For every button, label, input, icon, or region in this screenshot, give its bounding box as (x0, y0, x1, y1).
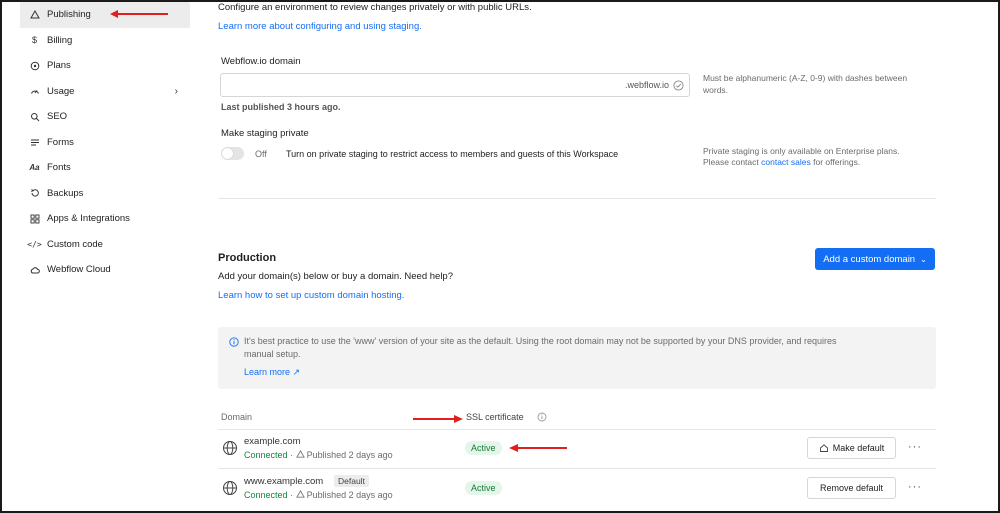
sidebar-item-custom-code[interactable]: </> Custom code (20, 232, 190, 258)
sidebar-item-label: Webflow Cloud (47, 264, 111, 276)
add-custom-domain-button[interactable]: Add a custom domain ⌄ (815, 248, 935, 270)
domain-hint: Must be alphanumeric (A-Z, 0-9) with das… (703, 73, 908, 83)
sidebar-item-billing[interactable]: $ Billing (20, 28, 190, 54)
production-title: Production (218, 252, 277, 264)
domain-name: www.example.com (244, 476, 324, 487)
ssl-info-icon[interactable] (537, 412, 547, 422)
sidebar-item-webflow-cloud[interactable]: Webflow Cloud (20, 257, 190, 283)
more-options-button[interactable]: ··· (908, 441, 922, 453)
last-published-text: Last published 3 hours ago. (221, 102, 341, 112)
sidebar-item-label: Usage (47, 85, 75, 97)
connected-status: Connected (244, 490, 288, 500)
sidebar-item-label: Billing (47, 34, 73, 46)
production-subtitle: Add your domain(s) below or buy a domain… (218, 271, 453, 282)
webflow-domain-input[interactable]: .webflow.io (220, 73, 690, 97)
sidebar-item-seo[interactable]: SEO (20, 104, 190, 130)
separator: · (290, 490, 294, 500)
sidebar-item-usage[interactable]: Usage › (20, 79, 190, 105)
home-icon (819, 444, 828, 452)
settings-sidebar: Publishing $ Billing Plans Usage › SEO F… (20, 2, 190, 283)
sidebar-item-label: Backups (47, 187, 84, 199)
apps-icon (29, 213, 40, 224)
backups-icon (29, 188, 40, 199)
staging-learn-more-link[interactable]: Learn more about configuring and using s… (218, 21, 422, 32)
section-divider (218, 198, 936, 199)
remove-default-button[interactable]: Remove default (807, 477, 896, 499)
dollar-icon: $ (31, 35, 37, 46)
ssl-status-badge: Active (465, 481, 502, 495)
annotation-arrow-publishing (110, 10, 168, 18)
make-default-button[interactable]: Make default (807, 437, 896, 459)
sidebar-item-plans[interactable]: Plans (20, 53, 190, 79)
domain-name: example.com (244, 436, 301, 447)
add-custom-domain-label: Add a custom domain (823, 253, 916, 265)
connected-status: Connected (244, 450, 288, 460)
webflow-domain-label: Webflow.io domain (221, 56, 301, 67)
more-options-button[interactable]: ··· (908, 481, 922, 493)
sidebar-item-label: Forms (47, 136, 74, 148)
sidebar-item-label: Custom code (47, 238, 103, 250)
chevron-down-icon: ⌄ (920, 254, 927, 264)
ssl-column-header: SSL certificate (466, 412, 524, 422)
custom-domain-hosting-link[interactable]: Learn how to set up custom domain hostin… (218, 290, 404, 301)
published-time: Published 2 days ago (306, 450, 393, 460)
contact-sales-link[interactable]: contact sales (761, 157, 811, 167)
sidebar-item-backups[interactable]: Backups (20, 181, 190, 207)
table-header-divider (218, 429, 936, 430)
sidebar-item-apps-integrations[interactable]: Apps & Integrations (20, 206, 190, 232)
remove-default-label: Remove default (819, 483, 884, 493)
info-icon (229, 337, 239, 347)
toggle-state-label: Off (255, 149, 267, 159)
make-staging-private-label: Make staging private (221, 128, 309, 139)
sidebar-item-label: SEO (47, 111, 68, 123)
annotation-arrow-ssl-header (413, 415, 463, 423)
row-divider (218, 468, 936, 469)
sidebar-item-label: Publishing (47, 9, 91, 21)
publish-icon (295, 450, 305, 458)
private-staging-toggle[interactable] (221, 147, 244, 160)
info-text: It's best practice to use the 'www' vers… (244, 336, 837, 346)
private-staging-description: Turn on private staging to restrict acce… (286, 149, 619, 159)
publish-icon (295, 490, 305, 498)
plans-icon (29, 60, 40, 71)
globe-icon (223, 441, 237, 455)
check-circle-icon (673, 80, 684, 91)
staging-description: Configure an environment to review chang… (218, 2, 532, 13)
info-text-line2: manual setup. (244, 349, 301, 359)
default-badge: Default (334, 475, 369, 487)
sidebar-item-label: Apps & Integrations (47, 213, 130, 225)
sidebar-item-label: Plans (47, 60, 71, 72)
sidebar-item-label: Fonts (47, 162, 71, 174)
private-hint-text-a: Please contact (703, 157, 762, 167)
publishing-icon (29, 9, 40, 20)
toggle-knob (222, 148, 233, 159)
sidebar-item-forms[interactable]: Forms (20, 130, 190, 156)
sidebar-item-fonts[interactable]: Aa Fonts (20, 155, 190, 181)
separator: · (290, 450, 294, 460)
published-time: Published 2 days ago (306, 490, 393, 500)
private-hint-text-b: for offerings. (810, 157, 861, 167)
info-learn-more-link[interactable]: Learn more ↗ (244, 367, 300, 378)
seo-icon (29, 111, 40, 122)
private-staging-hint-line2: Please contact contact sales for offerin… (703, 157, 860, 167)
domain-status-line: Connected · Published 2 days ago (244, 490, 393, 500)
globe-icon (223, 481, 237, 495)
ssl-status-badge: Active (465, 441, 502, 455)
cloud-icon (29, 264, 40, 275)
fonts-icon: Aa (29, 163, 40, 173)
forms-icon (29, 137, 40, 148)
webflow-domain-suffix: .webflow.io (624, 80, 669, 90)
chevron-right-icon: › (174, 85, 178, 97)
domain-status-line: Connected · Published 2 days ago (244, 450, 393, 460)
private-staging-hint: Private staging is only available on Ent… (703, 146, 900, 156)
make-default-label: Make default (832, 443, 885, 453)
domain-hint-line2: words. (703, 85, 729, 95)
annotation-arrow-ssl-active (509, 444, 567, 452)
domain-column-header: Domain (221, 412, 253, 422)
www-info-banner: It's best practice to use the 'www' vers… (218, 327, 936, 389)
gauge-icon (29, 86, 40, 97)
code-icon: </> (27, 239, 42, 249)
